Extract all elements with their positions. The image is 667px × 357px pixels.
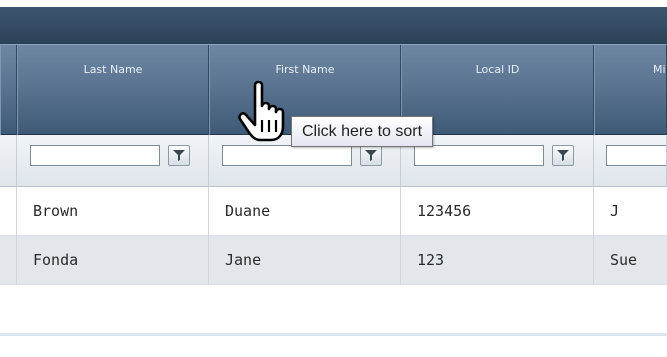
cell-first-name: Jane — [209, 236, 401, 285]
column-header-middle[interactable]: Mid — [594, 45, 667, 135]
row-edge-cell — [0, 236, 17, 285]
cell-first-name: Duane — [209, 187, 401, 236]
hand-pointer-icon — [238, 80, 285, 142]
filter-button-last-name[interactable] — [168, 145, 190, 166]
grid-top-bar — [0, 0, 667, 44]
filter-cell-edge — [0, 135, 17, 187]
filter-cell-middle — [594, 135, 667, 187]
filter-button-first-name[interactable] — [360, 145, 382, 166]
table-row[interactable]: Brown Duane 123456 J — [0, 187, 667, 236]
filter-input-last-name[interactable] — [30, 145, 160, 166]
filter-cell-last-name — [17, 135, 209, 187]
sort-tooltip: Click here to sort — [291, 116, 434, 147]
filter-input-first-name[interactable] — [222, 145, 352, 166]
filter-funnel-icon — [173, 150, 185, 161]
cell-local-id: 123 — [401, 236, 594, 285]
table-row[interactable]: Fonda Jane 123 Sue — [0, 236, 667, 285]
column-header-left-edge — [0, 45, 17, 135]
row-edge-cell — [0, 187, 17, 236]
cell-middle: Sue — [610, 251, 638, 269]
grid-bottom-border — [0, 333, 667, 336]
column-header-label: First Name — [275, 63, 335, 76]
cell-middle: J — [610, 202, 620, 220]
cell-last-name: Fonda — [17, 236, 209, 285]
cell-local-id: 123456 — [401, 187, 594, 236]
cell-last-name: Brown — [17, 187, 209, 236]
filter-funnel-icon — [365, 150, 377, 161]
column-header-last-name[interactable]: Last Name — [17, 45, 209, 135]
filter-input-middle[interactable] — [606, 145, 666, 166]
column-header-label: Local ID — [475, 63, 520, 76]
filter-button-local-id[interactable] — [552, 145, 574, 166]
column-header-label: Last Name — [83, 63, 143, 76]
column-header-label: Mid — [653, 63, 666, 76]
filter-input-local-id[interactable] — [414, 145, 544, 166]
filter-funnel-icon — [557, 150, 569, 161]
